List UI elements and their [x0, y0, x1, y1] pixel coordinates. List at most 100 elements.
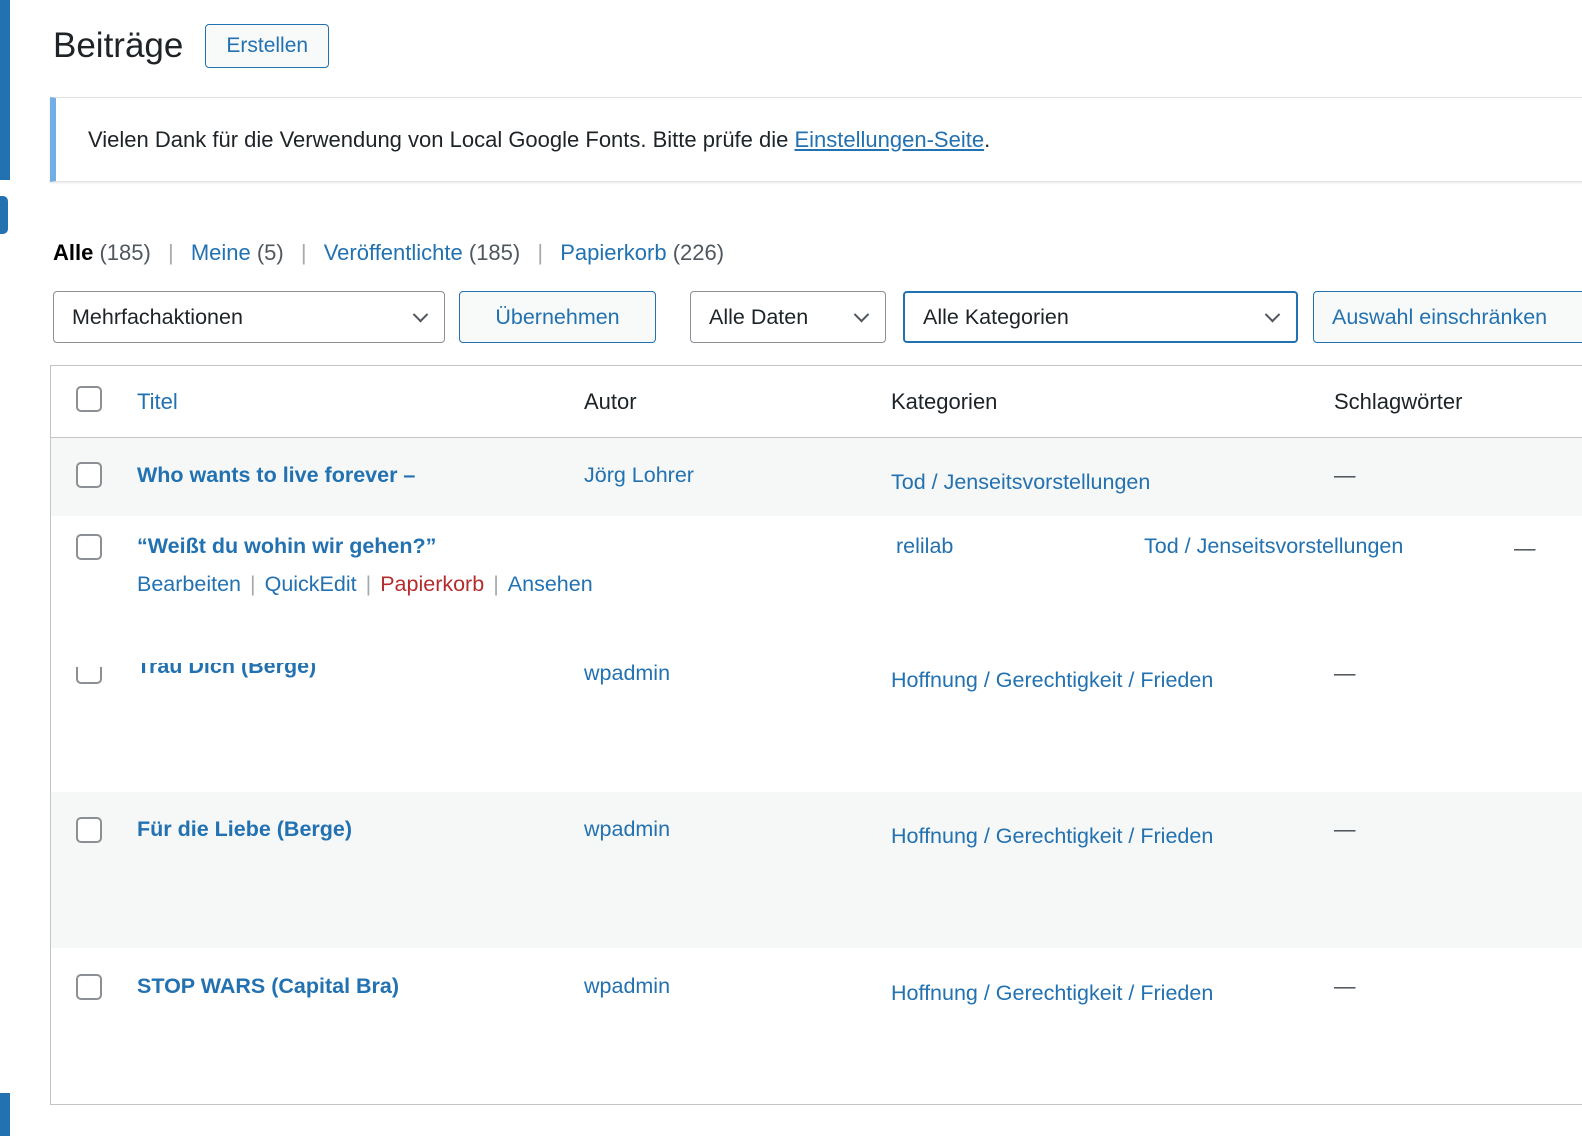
notice-text-before: Vielen Dank für die Verwendung von Local… — [88, 127, 794, 152]
title-cell: Trau Dich (Berge) — [121, 652, 571, 792]
admin-sidebar-edge — [0, 0, 10, 180]
author-cell: wpadmin — [571, 792, 878, 948]
filter-button[interactable]: Auswahl einschränken — [1313, 291, 1582, 343]
author-link[interactable]: Jörg Lohrer — [584, 463, 694, 487]
category-link[interactable]: Hoffnung / Gerechtigkeit / Frieden — [891, 824, 1213, 848]
filter-all-count: (185) — [99, 240, 150, 265]
checkbox-cell — [51, 652, 121, 792]
admin-sidebar-active-item[interactable] — [0, 196, 8, 234]
category-link[interactable]: relilab — [896, 534, 953, 559]
post-title-link[interactable]: Who wants to live forever – — [137, 463, 415, 487]
chevron-down-icon — [1265, 306, 1281, 322]
create-post-button[interactable]: Erstellen — [205, 24, 329, 68]
chevron-down-icon — [854, 306, 870, 322]
category-link[interactable]: Hoffnung / Gerechtigkeit / Frieden — [891, 668, 1213, 692]
title-cell: “Weißt du wohin wir gehen?” Bearbeiten | Q… — [121, 516, 681, 652]
author-cell: wpadmin — [571, 948, 878, 1104]
no-tags-dash: — — [1514, 536, 1536, 561]
row-checkbox[interactable] — [76, 658, 102, 684]
posts-admin-screen: Beiträge Erstellen Vielen Dank für die V… — [0, 0, 1582, 1136]
tags-cell: — — [1321, 438, 1582, 516]
dates-filter-select[interactable]: Alle Daten — [690, 291, 886, 343]
category-link[interactable]: Hoffnung / Gerechtigkeit / Frieden — [891, 981, 1213, 1005]
settings-page-link[interactable]: Einstellungen-Seite — [794, 127, 984, 152]
filter-all[interactable]: Alle (185) — [53, 240, 157, 265]
filter-mine-count: (5) — [257, 240, 284, 265]
bulk-actions-select[interactable]: Mehrfachaktionen — [53, 291, 445, 343]
filter-published-count: (185) — [469, 240, 520, 265]
categories-cell: Hoffnung / Gerechtigkeit / Frieden — [878, 948, 1321, 1104]
row-checkbox[interactable] — [76, 974, 102, 1000]
sort-by-title-link[interactable]: Titel — [137, 389, 178, 414]
action-separator: | — [366, 572, 372, 596]
edit-link[interactable]: Bearbeiten — [137, 572, 241, 596]
quick-edit-link[interactable]: QuickEdit — [265, 572, 357, 596]
filter-published[interactable]: Veröffentlichte (185) — [324, 240, 527, 265]
filter-trash-label: Papierkorb — [560, 240, 666, 265]
posts-table: Titel Autor Kategorien Schlagwörter Who … — [50, 365, 1582, 1105]
table-row: “Weißt du wohin wir gehen?” Bearbeiten | Q… — [51, 516, 1582, 652]
table-row: Für die Liebe (Berge) wpadmin Hoffnung /… — [51, 792, 1582, 948]
filter-trash[interactable]: Papierkorb (226) — [560, 240, 724, 265]
categories-filter-select-value: Alle Kategorien — [923, 305, 1069, 330]
filter-mine-label: Meine — [191, 240, 251, 265]
page-header: Beiträge Erstellen — [53, 24, 329, 68]
action-separator: | — [250, 572, 256, 596]
row-checkbox[interactable] — [76, 817, 102, 843]
post-title-link[interactable]: Für die Liebe (Berge) — [137, 817, 352, 841]
title-cell: STOP WARS (Capital Bra) — [121, 948, 571, 1104]
table-row: Trau Dich (Berge) wpadmin Hoffnung / Ger… — [51, 652, 1582, 792]
author-link[interactable]: wpadmin — [584, 974, 670, 998]
table-row: Who wants to live forever – Jörg Lohrer … — [51, 438, 1582, 516]
select-all-checkbox[interactable] — [76, 386, 102, 412]
checkbox-cell — [51, 792, 121, 948]
filter-published-label: Veröffentlichte — [324, 240, 463, 265]
checkbox-cell — [51, 438, 121, 516]
category-link[interactable]: Tod / Jenseitsvorstellungen — [891, 470, 1150, 494]
author-cell: Jörg Lohrer — [571, 438, 878, 516]
post-status-filters: Alle (185) | Meine (5) | Veröffentlichte… — [53, 240, 724, 266]
filter-all-label: Alle — [53, 240, 93, 265]
no-tags-dash: — — [1334, 817, 1356, 841]
header-author: Autor — [571, 389, 878, 415]
filter-mine[interactable]: Meine (5) — [191, 240, 290, 265]
row-checkbox[interactable] — [76, 462, 102, 488]
category-link[interactable]: Tod / Jenseitsvorstellungen — [1144, 534, 1403, 559]
filter-trash-count: (226) — [673, 240, 724, 265]
row-checkbox[interactable] — [76, 534, 102, 560]
apply-button[interactable]: Übernehmen — [459, 291, 656, 343]
tags-cell: — — [1321, 948, 1582, 1104]
no-tags-dash: — — [1334, 463, 1356, 487]
notice-text: Vielen Dank für die Verwendung von Local… — [88, 127, 990, 153]
header-categories: Kategorien — [878, 382, 1321, 422]
author-link[interactable]: wpadmin — [584, 661, 670, 685]
post-title-link[interactable]: Trau Dich (Berge) — [137, 654, 316, 679]
header-title: Titel — [121, 389, 571, 415]
categories-cell: Tod / Jenseitsvorstellungen — [878, 438, 1321, 516]
checkbox-cell — [51, 516, 121, 652]
filter-separator: | — [537, 240, 543, 265]
page-title: Beiträge — [53, 26, 183, 66]
checkbox-cell — [51, 948, 121, 1104]
filter-separator: | — [168, 240, 174, 265]
notice-text-after: . — [984, 127, 990, 152]
header-tags: Schlagwörter — [1321, 389, 1582, 415]
view-link[interactable]: Ansehen — [508, 572, 593, 596]
post-title-link[interactable]: STOP WARS (Capital Bra) — [137, 974, 399, 998]
tags-cell: — — [1321, 792, 1582, 948]
table-row: STOP WARS (Capital Bra) wpadmin Hoffnung… — [51, 948, 1582, 1104]
title-cell: Who wants to live forever – — [121, 438, 571, 516]
author-link[interactable]: wpadmin — [584, 817, 670, 841]
title-cell: Für die Liebe (Berge) — [121, 792, 571, 948]
categories-filter-select[interactable]: Alle Kategorien — [903, 291, 1298, 343]
action-separator: | — [493, 572, 499, 596]
header-checkbox-cell — [51, 386, 121, 418]
table-header-row: Titel Autor Kategorien Schlagwörter — [51, 366, 1582, 438]
bulk-actions-select-value: Mehrfachaktionen — [72, 305, 243, 330]
admin-sidebar-edge-bottom — [0, 1093, 10, 1136]
trash-link[interactable]: Papierkorb — [380, 572, 484, 596]
no-tags-dash: — — [1334, 661, 1356, 685]
post-title-link[interactable]: “Weißt du wohin wir gehen?” — [137, 534, 436, 558]
no-tags-dash: — — [1334, 974, 1356, 998]
row-actions: Bearbeiten | QuickEdit | Papierkorb | Ansehen — [137, 572, 665, 597]
